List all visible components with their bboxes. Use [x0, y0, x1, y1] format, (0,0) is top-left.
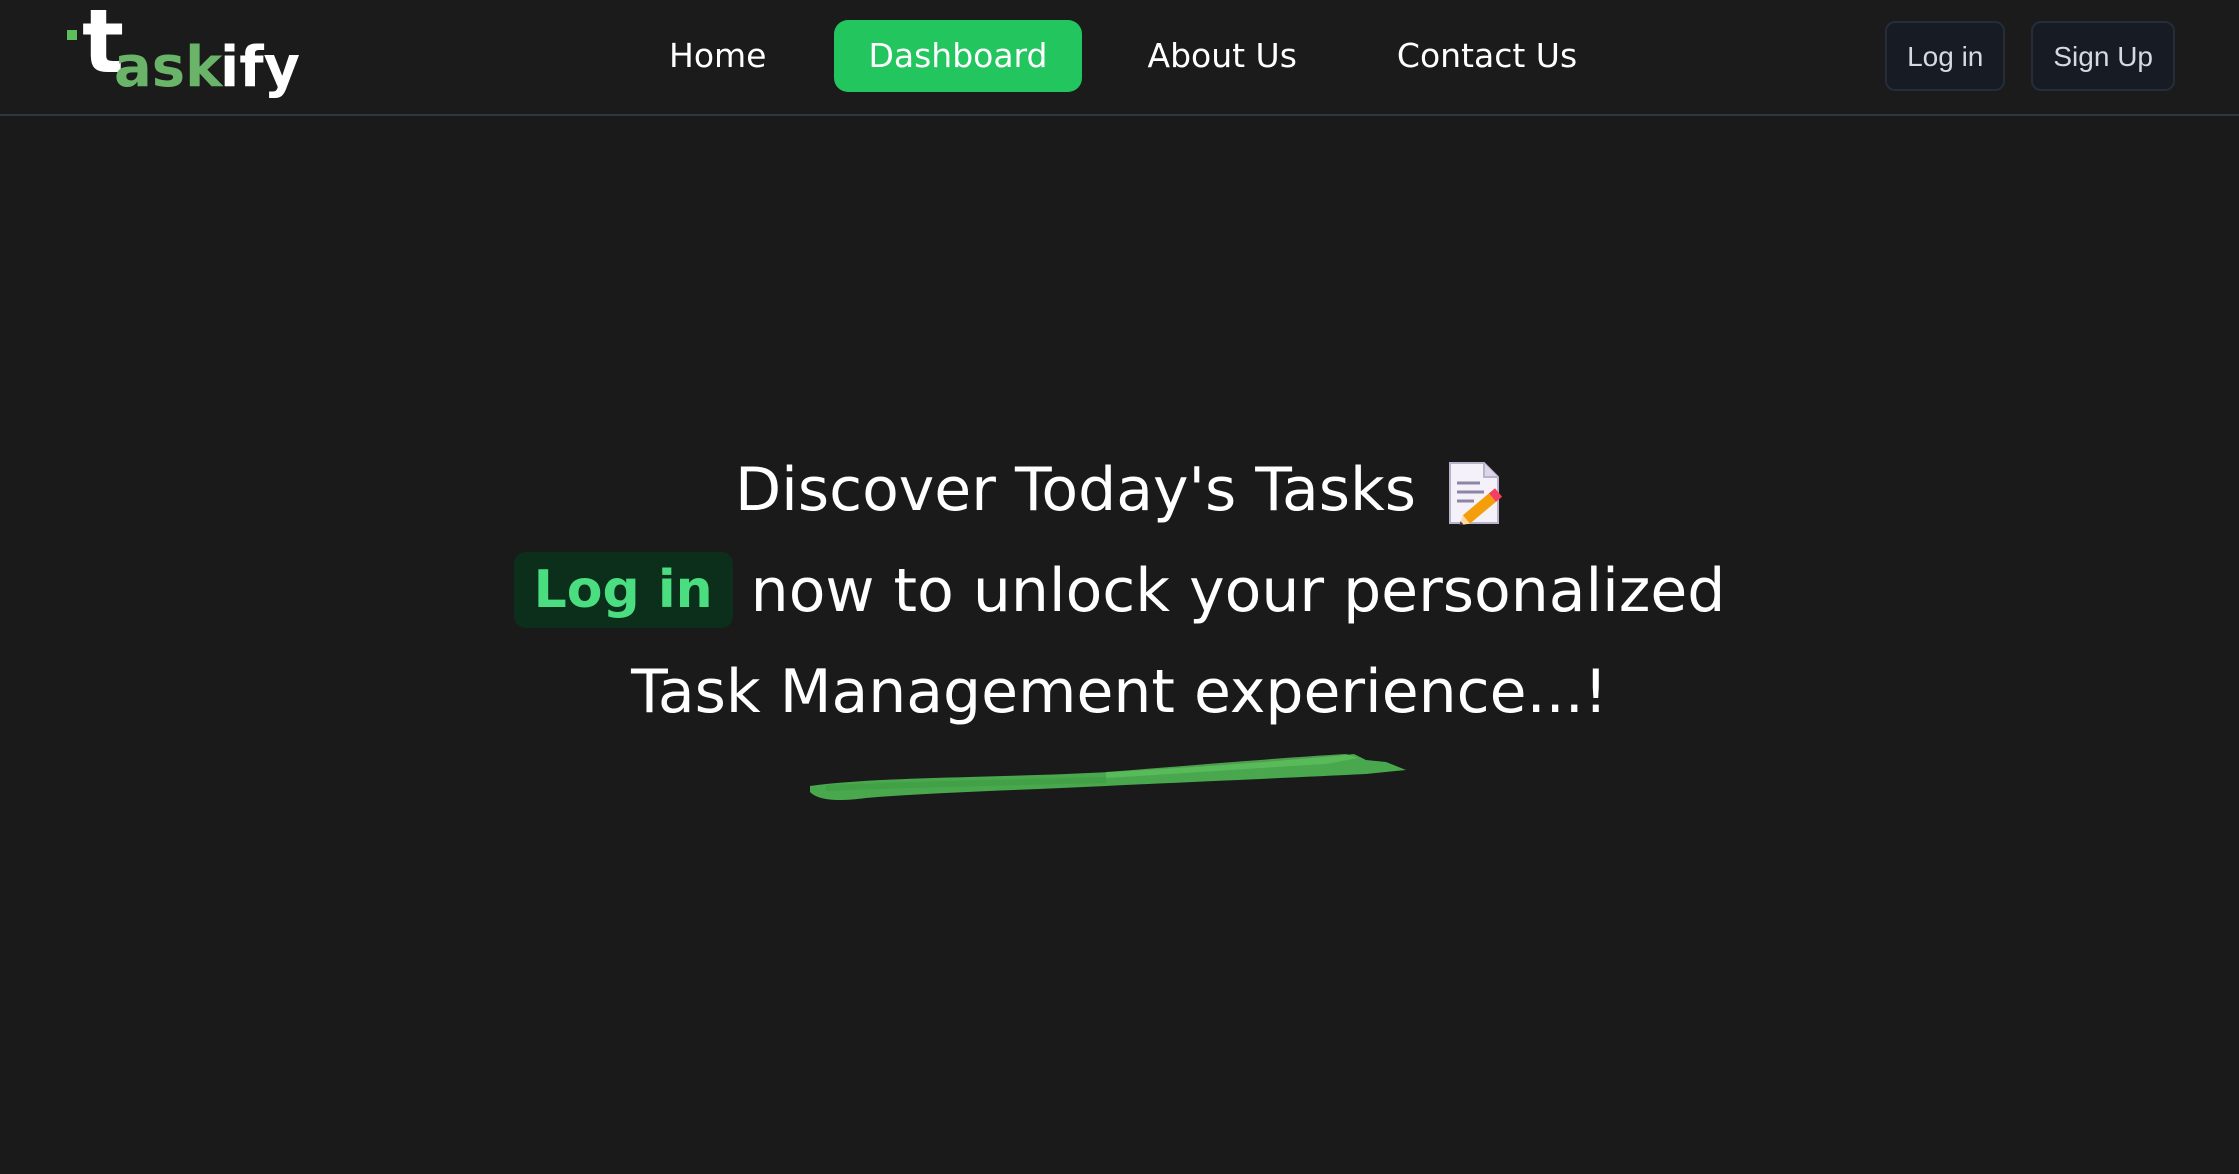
logo-letters-ify: ify — [220, 35, 301, 100]
top-navbar: t ask ify Home Dashboard About Us Contac… — [0, 0, 2239, 116]
nav-about-link[interactable]: About Us — [1114, 20, 1331, 92]
nav-contact-link[interactable]: Contact Us — [1363, 20, 1611, 92]
taskify-logo[interactable]: t ask ify — [64, 0, 300, 108]
auth-buttons: Log in Sign Up — [1885, 21, 2175, 91]
main-nav: Home Dashboard About Us Contact Us — [635, 20, 1611, 92]
green-brush-stroke — [810, 754, 1406, 800]
login-button[interactable]: Log in — [1885, 21, 2006, 91]
hero-login-line: Log in now to unlock your personalized — [0, 541, 2239, 642]
hero-headline: Discover Today's Tasks — [734, 455, 1417, 525]
signup-button[interactable]: Sign Up — [2031, 21, 2175, 91]
hero-login-link[interactable]: Log in — [513, 552, 733, 628]
nav-dashboard-link[interactable]: Dashboard — [834, 20, 1082, 92]
hero-line3: Task Management experience...! — [631, 657, 1608, 727]
hero-headline-line: Discover Today's Tasks — [0, 440, 2239, 541]
logo-dot — [67, 30, 77, 40]
memo-icon — [1444, 455, 1504, 526]
logo-letters-ask: ask — [114, 35, 223, 100]
hero-line2-text: now to unlock your personalized — [750, 556, 1726, 626]
nav-home-link[interactable]: Home — [635, 20, 800, 92]
hero-section: Discover Today's Tasks Log in now to unlo… — [0, 440, 2239, 743]
